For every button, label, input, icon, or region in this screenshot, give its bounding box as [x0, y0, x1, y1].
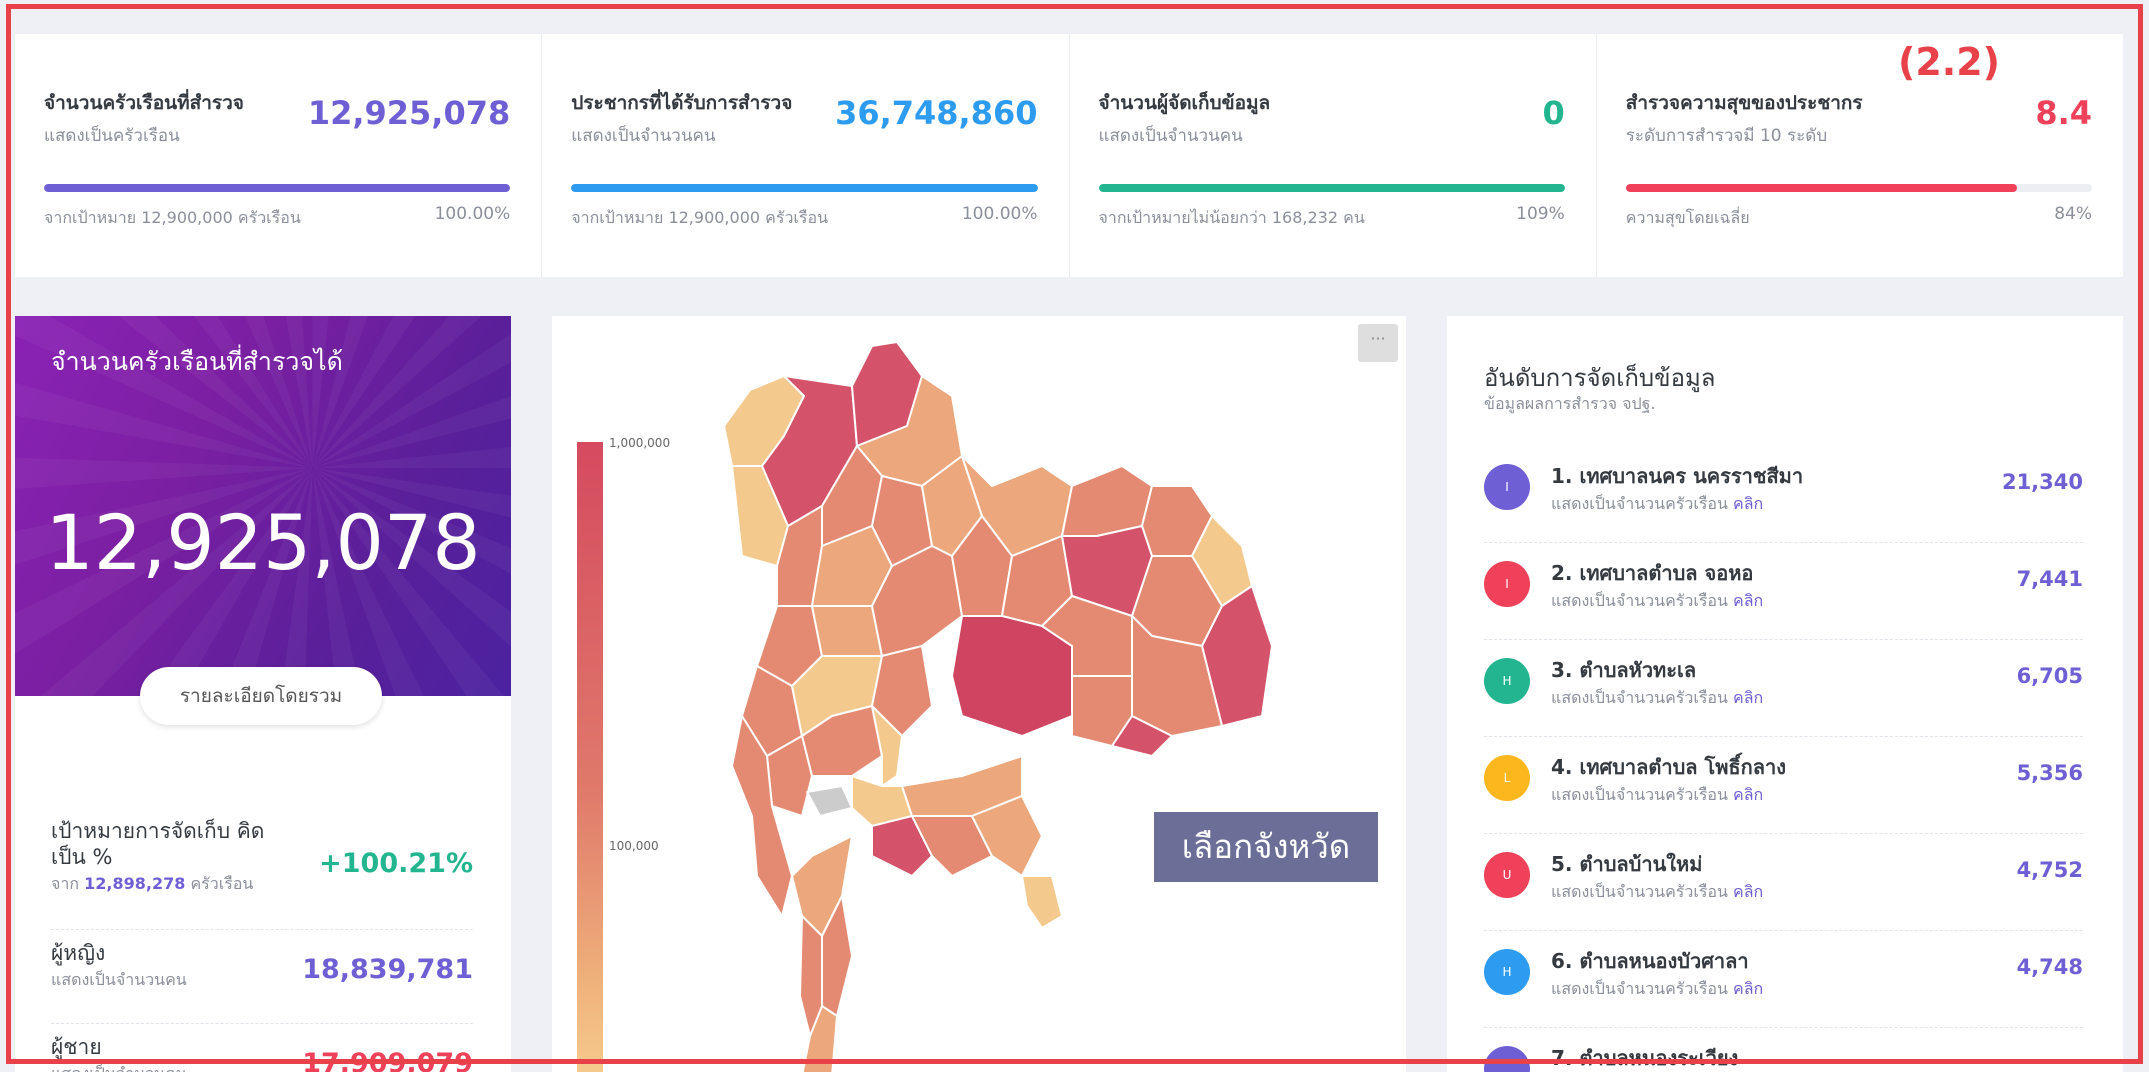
ranking-card: อันดับการจัดเก็บข้อมูล ข้อมูลผลการสำรวจ … — [1447, 316, 2123, 1072]
ranking-item-link[interactable]: คลิก — [1733, 979, 1763, 998]
stat-percent: 84% — [2054, 204, 2092, 224]
stat-value: 8.4 — [2035, 94, 2092, 132]
summary-title: จำนวนครัวเรือนที่สำรวจได้ — [51, 347, 343, 376]
row-value: 17,909,079 — [302, 1048, 473, 1072]
ranking-item-value: 4,748 — [2016, 955, 2083, 979]
stat-title: ประชากรที่ได้รับการสำรวจ — [571, 92, 793, 114]
row-value: +100.21% — [319, 848, 473, 879]
stat-title: จำนวนครัวเรือนที่สำรวจ — [44, 92, 244, 114]
avatar: U — [1484, 852, 1530, 898]
map-card: ··· 1,000,000 100,000 เลือกจังหวัด — [552, 316, 1406, 1072]
ranking-item-sub: แสดงเป็นจำนวนครัวเรือน คลิก — [1551, 591, 1764, 610]
ranking-item-value: 4,752 — [2016, 858, 2083, 882]
ranking-item-name: 3. ตำบลหัวทะเล — [1551, 658, 1697, 682]
ranking-item-sub: แสดงเป็นจำนวนครัวเรือน คลิก — [1551, 979, 1764, 998]
map-region-east-5 — [1021, 875, 1063, 929]
stat-card-happiness: สำรวจความสุขของประชากร ระดับการสำรวจมี 1… — [1597, 34, 2123, 277]
ranking-item: L 4. เทศบาลตำบล โพธิ์กลาง แสดงเป็นจำนวนค… — [1484, 737, 2083, 834]
map-region-northeast-2 — [1061, 465, 1153, 537]
stat-progress-bar — [1098, 184, 1565, 192]
ranking-item: I 2. เทศบาลตำบล จอหอ แสดงเป็นจำนวนครัวเร… — [1484, 543, 2083, 640]
stat-card-population: ประชากรที่ได้รับการสำรวจ แสดงเป็นจำนวนคน… — [542, 34, 1070, 277]
ranking-item-name: 2. เทศบาลตำบล จอหอ — [1551, 561, 1754, 585]
ranking-item-sub: แสดงเป็นจำนวนครัวเรือน คลิก — [1551, 882, 1764, 901]
stat-subtitle: แสดงเป็นครัวเรือน — [44, 126, 180, 146]
ranking-item-value: 21,340 — [2001, 470, 2083, 494]
overall-details-button[interactable]: รายละเอียดโดยรวม — [140, 667, 382, 725]
ranking-item-name: 4. เทศบาลตำบล โพธิ์กลาง — [1551, 755, 1786, 779]
stat-percent: 100.00% — [434, 204, 511, 224]
avatar: I — [1484, 464, 1530, 510]
stat-progress-bar — [1625, 184, 2092, 192]
summary-header: จำนวนครัวเรือนที่สำรวจได้ 12,925,078 — [15, 316, 511, 696]
stat-progress-fill — [1098, 184, 1565, 192]
avatar — [1484, 1046, 1530, 1072]
stat-subtitle: แสดงเป็นจำนวนคน — [1098, 126, 1243, 146]
province-map[interactable] — [552, 316, 1406, 1072]
ranking-item: H 3. ตำบลหัวทะเล แสดงเป็นจำนวนครัวเรือน … — [1484, 640, 2083, 737]
stat-title: สำรวจความสุขของประชากร — [1625, 92, 1863, 114]
ranking-item-name: 7. ตำบลหนองระเวียง — [1551, 1046, 1739, 1070]
ranking-item-sub: แสดงเป็นจำนวนครัวเรือน คลิก — [1551, 494, 1764, 513]
stat-footnote: ความสุขโดยเฉลี่ย — [1625, 208, 1750, 227]
ranking-item-link[interactable]: คลิก — [1733, 494, 1763, 513]
avatar: I — [1484, 561, 1530, 607]
ranking-item: I 1. เทศบาลนคร นครราชสีมา แสดงเป็นจำนวนค… — [1484, 446, 2083, 543]
avatar: H — [1484, 658, 1530, 704]
ranking-item: H 6. ตำบลหนองบัวศาลา แสดงเป็นจำนวนครัวเร… — [1484, 931, 2083, 1028]
ranking-item-link[interactable]: คลิก — [1733, 591, 1763, 610]
stat-progress-bar — [44, 184, 511, 192]
summary-total: 12,925,078 — [45, 498, 481, 587]
stat-row: จำนวนครัวเรือนที่สำรวจ แสดงเป็นครัวเรือน… — [15, 34, 2123, 277]
ranking-item-sub: แสดงเป็นจำนวนครัวเรือน คลิก — [1551, 688, 1764, 707]
ranking-item-value: 5,356 — [2016, 761, 2083, 785]
stat-progress-fill — [1625, 184, 2018, 192]
avatar: L — [1484, 755, 1530, 801]
stat-percent: 109% — [1516, 204, 1565, 224]
ranking-item-link[interactable]: คลิก — [1733, 785, 1763, 804]
stat-card-collectors: จำนวนผู้จัดเก็บข้อมูล แสดงเป็นจำนวนคน 0 … — [1070, 34, 1597, 277]
map-region-bangkok — [806, 785, 853, 817]
stat-value: 36,748,860 — [835, 94, 1038, 132]
avatar: H — [1484, 949, 1530, 995]
ranking-subtitle: ข้อมูลผลการสำรวจ จปฐ. — [1484, 394, 1656, 413]
annotation-callout: (2.2) — [1898, 40, 2001, 84]
map-region-central-2 — [811, 605, 883, 657]
select-province-button[interactable]: เลือกจังหวัด — [1154, 812, 1378, 882]
ranking-item-name: 6. ตำบลหนองบัวศาลา — [1551, 949, 1749, 973]
stat-percent: 100.00% — [961, 204, 1038, 224]
row-label: เป้าหมายการจัดเก็บ คิดเป็น % — [51, 819, 265, 869]
male-row: ผู้ชาย แสดงเป็นจำนวนคน 17,909,079 — [51, 1034, 473, 1072]
stat-progress-fill — [44, 184, 511, 192]
row-value: 18,839,781 — [302, 954, 473, 985]
ranking-item-sub: แสดงเป็นจำนวนครัวเรือน คลิก — [1551, 785, 1764, 804]
ranking-item-value: 6,705 — [2016, 664, 2083, 688]
ranking-item-name: 1. เทศบาลนคร นครราชสีมา — [1551, 464, 1804, 488]
ranking-item: U 5. ตำบลบ้านใหม่ แสดงเป็นจำนวนครัวเรือน… — [1484, 834, 2083, 931]
female-row: ผู้หญิง แสดงเป็นจำนวนคน 18,839,781 — [51, 940, 473, 1024]
stat-footnote: จากเป้าหมาย 12,900,000 ครัวเรือน — [44, 208, 301, 227]
stat-subtitle: แสดงเป็นจำนวนคน — [571, 126, 716, 146]
ranking-item-name: 5. ตำบลบ้านใหม่ — [1551, 852, 1703, 876]
stat-footnote: จากเป้าหมาย 12,900,000 ครัวเรือน — [571, 208, 829, 227]
stat-progress-bar — [571, 184, 1038, 192]
stat-value: 0 — [1542, 94, 1565, 132]
households-summary-card: จำนวนครัวเรือนที่สำรวจได้ 12,925,078 ราย… — [15, 316, 511, 1072]
ranking-item: 7. ตำบลหนองระเวียง — [1484, 1028, 2083, 1072]
stat-value: 12,925,078 — [307, 94, 511, 132]
ranking-item-link[interactable]: คลิก — [1733, 688, 1763, 707]
stat-footnote: จากเป้าหมายไม่น้อยกว่า 168,232 คน — [1098, 208, 1365, 227]
target-row: เป้าหมายการจัดเก็บ คิดเป็น % จาก 12,898,… — [51, 818, 473, 930]
stat-card-households: จำนวนครัวเรือนที่สำรวจ แสดงเป็นครัวเรือน… — [15, 34, 543, 277]
ranking-item-link[interactable]: คลิก — [1733, 882, 1763, 901]
ranking-item-value: 7,441 — [2016, 567, 2083, 591]
stat-title: จำนวนผู้จัดเก็บข้อมูล — [1098, 92, 1271, 114]
stat-subtitle: ระดับการสำรวจมี 10 ระดับ — [1625, 126, 1828, 146]
stat-progress-fill — [571, 184, 1038, 192]
